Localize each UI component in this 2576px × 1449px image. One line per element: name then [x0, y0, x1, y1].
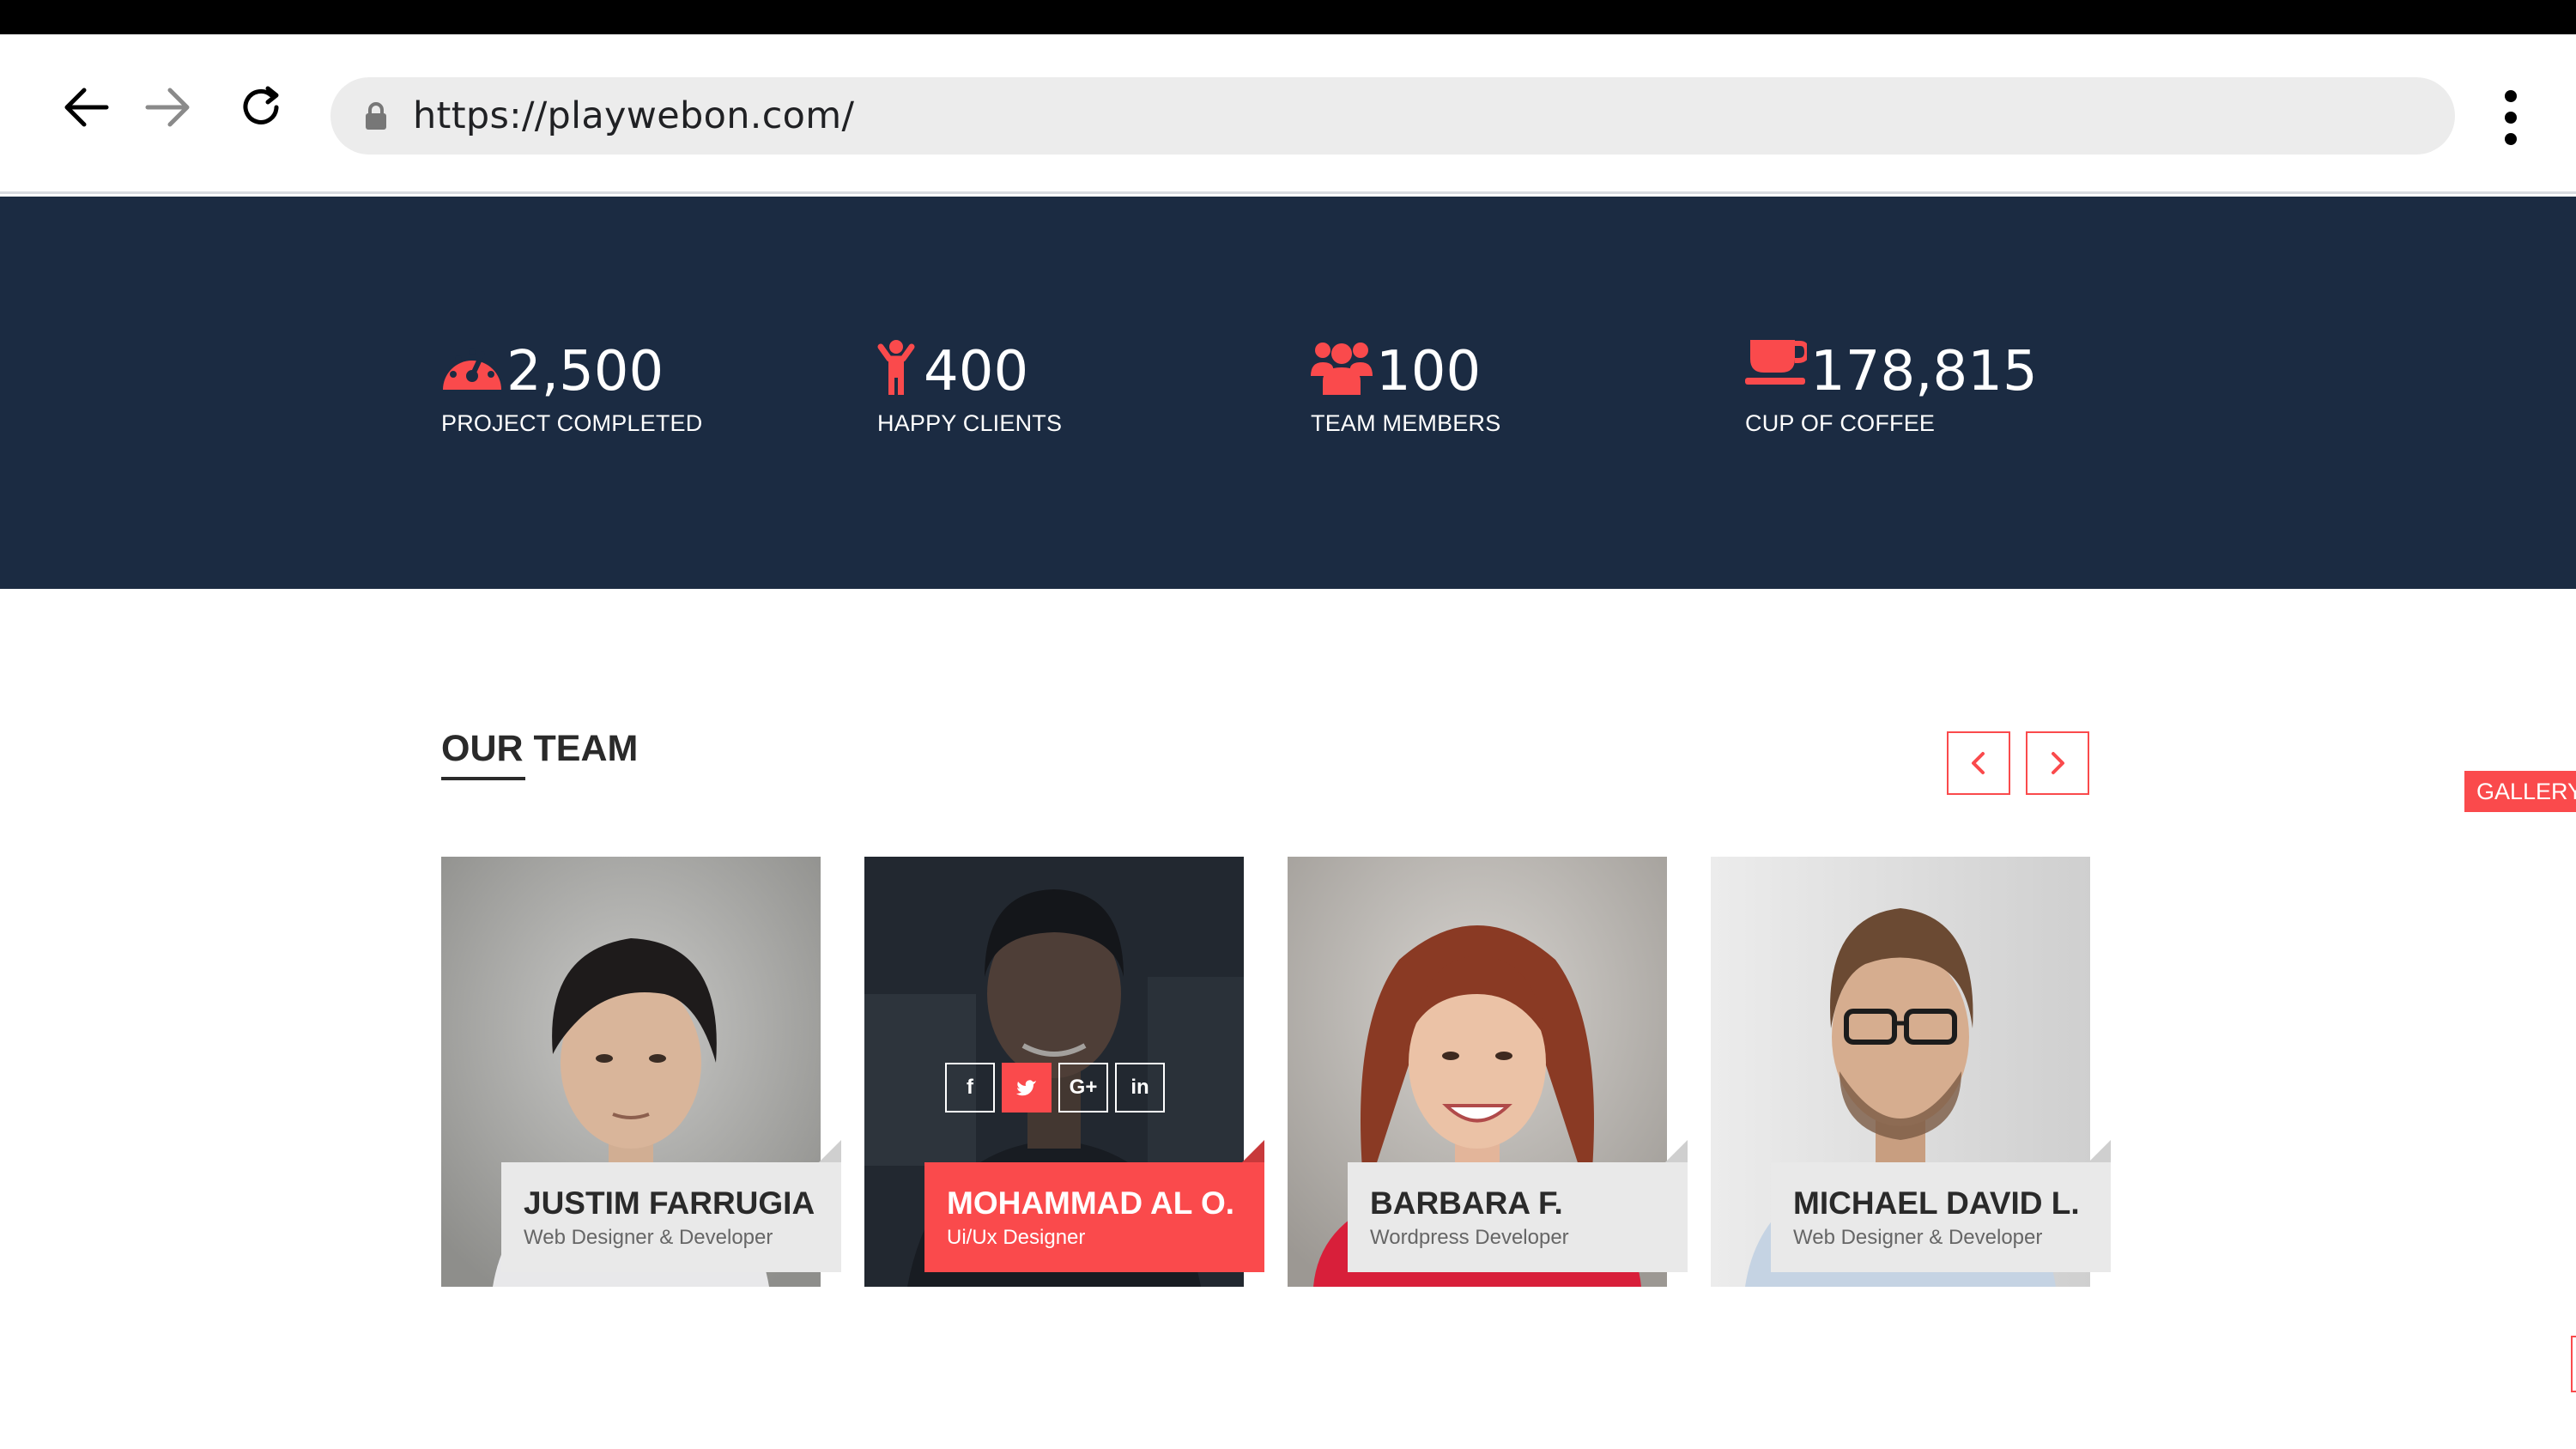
more-vertical-icon: [2505, 90, 2517, 102]
member-role: Ui/Ux Designer: [947, 1226, 1086, 1249]
browser-menu-button[interactable]: [2489, 83, 2532, 152]
member-name: MOHAMMAD AL O.: [947, 1185, 1235, 1221]
forward-button[interactable]: [141, 80, 196, 135]
stat-label: PROJECT COMPLETED: [441, 410, 703, 436]
stat-value: 400: [924, 340, 1029, 403]
dashboard-icon: [443, 349, 501, 390]
member-role: Web Designer & Developer: [524, 1226, 773, 1249]
stat-value: 178,815: [1810, 340, 2038, 403]
member-name: BARBARA F.: [1370, 1185, 1563, 1221]
member-role: Web Designer & Developer: [1793, 1226, 2043, 1249]
member-info: BARBARA F. Wordpress Developer: [1348, 1140, 1688, 1272]
status-bar: [0, 0, 2576, 34]
side-widget-fragment[interactable]: [2571, 1336, 2576, 1392]
twitter-link[interactable]: [1002, 1063, 1052, 1113]
stat-label: HAPPY CLIENTS: [877, 410, 1063, 436]
carousel-next-button[interactable]: [2026, 731, 2089, 795]
stat-value: 2,500: [506, 340, 664, 403]
carousel-prev-button[interactable]: [1947, 731, 2010, 795]
stats-section: 2,500 PROJECT COMPLETED 400 HAPPY CLIENT…: [0, 197, 2576, 589]
lock-icon: [366, 102, 386, 130]
twitter-icon: [1016, 1080, 1036, 1096]
arrow-left-icon: [64, 88, 109, 127]
address-bar[interactable]: https://playwebon.com/: [330, 77, 2455, 155]
member-role: Wordpress Developer: [1370, 1226, 1569, 1249]
team-card[interactable]: JUSTIM FARRUGIA Web Designer & Developer: [441, 857, 841, 1287]
users-icon: [1311, 343, 1373, 395]
back-button[interactable]: [58, 80, 113, 135]
url-text: https://playwebon.com/: [413, 94, 855, 137]
section-title: OUR TEAM: [441, 728, 639, 769]
reload-icon: [243, 86, 279, 124]
google-plus-link[interactable]: G+: [1058, 1063, 1108, 1113]
reload-button[interactable]: [233, 80, 288, 135]
coffee-icon: [1745, 340, 1807, 385]
stat-value: 100: [1376, 340, 1482, 403]
stat-label: CUP OF COFFEE: [1745, 410, 1936, 436]
social-links: f G+ in: [945, 1063, 1165, 1113]
chevron-left-icon: [1972, 752, 1985, 774]
member-info: MICHAEL DAVID L. Web Designer & Develope…: [1771, 1140, 2111, 1272]
member-info: MOHAMMAD AL O. Ui/Ux Designer: [924, 1140, 1264, 1272]
gallery-side-tab[interactable]: GALLERY: [2464, 771, 2576, 812]
facebook-link[interactable]: f: [945, 1063, 995, 1113]
arrow-right-icon: [145, 88, 190, 127]
team-card[interactable]: MICHAEL DAVID L. Web Designer & Develope…: [1711, 857, 2111, 1287]
team-card[interactable]: f G+ in MOHAMMAD AL O. Ui/Ux Designer: [864, 857, 1264, 1287]
member-name: JUSTIM FARRUGIA: [524, 1185, 815, 1221]
chevron-right-icon: [2052, 752, 2064, 774]
team-card[interactable]: BARBARA F. Wordpress Developer: [1288, 857, 1688, 1287]
title-underline: [441, 777, 525, 780]
member-name: MICHAEL DAVID L.: [1793, 1185, 2080, 1221]
member-info: JUSTIM FARRUGIA Web Designer & Developer: [501, 1140, 841, 1272]
stat-label: TEAM MEMBERS: [1311, 410, 1501, 436]
linkedin-link[interactable]: in: [1115, 1063, 1165, 1113]
